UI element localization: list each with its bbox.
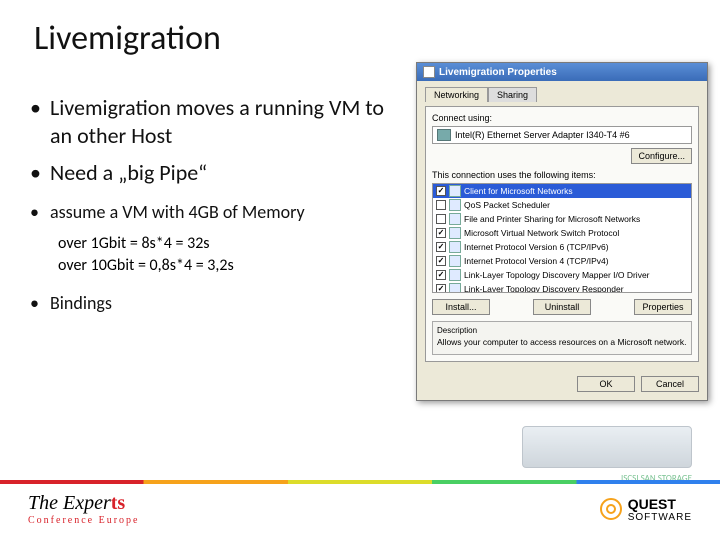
list-item[interactable]: Microsoft Virtual Network Switch Protoco… — [433, 226, 691, 240]
items-listbox[interactable]: Client for Microsoft NetworksQoS Packet … — [432, 183, 692, 293]
ok-button[interactable]: OK — [577, 376, 635, 392]
checkbox-icon[interactable] — [436, 214, 446, 224]
protocol-icon — [449, 199, 461, 211]
properties-dialog: Livemigration Properties Networking Shar… — [416, 62, 708, 401]
slide-title: Livemigration — [0, 0, 720, 59]
cancel-button[interactable]: Cancel — [641, 376, 699, 392]
items-label: This connection uses the following items… — [432, 170, 692, 180]
server-illustration — [522, 426, 692, 468]
list-item[interactable]: File and Printer Sharing for Microsoft N… — [433, 212, 691, 226]
checkbox-icon[interactable] — [436, 186, 446, 196]
quest-brand: QUEST — [628, 496, 676, 512]
list-item[interactable]: Client for Microsoft Networks — [433, 184, 691, 198]
protocol-icon — [449, 185, 461, 197]
uninstall-button[interactable]: Uninstall — [533, 299, 591, 315]
bullet-assume: assume a VM with 4GB of Memory — [28, 201, 398, 224]
quest-logo: QUEST SOFTWARE — [600, 496, 692, 523]
description-box: Description Allows your computer to acce… — [432, 321, 692, 355]
slide-footer: The Experts Conference Europe QUEST SOFT… — [0, 480, 720, 540]
adapter-icon — [437, 129, 451, 141]
experts-logo: The Experts Conference Europe — [28, 492, 139, 526]
list-item[interactable]: QoS Packet Scheduler — [433, 198, 691, 212]
slide-content: Livemigration moves a running VM to an o… — [28, 94, 398, 324]
checkbox-icon[interactable] — [436, 270, 446, 280]
connect-using-label: Connect using: — [432, 113, 692, 123]
description-text: Allows your computer to access resources… — [437, 337, 687, 347]
network-icon — [423, 66, 435, 78]
protocol-icon — [449, 283, 461, 293]
adapter-name: Intel(R) Ethernet Server Adapter I340-T4… — [455, 130, 630, 140]
checkbox-icon[interactable] — [436, 242, 446, 252]
quest-software: SOFTWARE — [628, 512, 692, 523]
calc-line-2: over 10Gbit = 0,8s*4 = 3,2s — [58, 255, 398, 277]
bullet-1: Livemigration moves a running VM to an o… — [28, 94, 398, 149]
dialog-titlebar[interactable]: Livemigration Properties — [417, 63, 707, 81]
description-heading: Description — [437, 326, 687, 335]
install-button[interactable]: Install... — [432, 299, 490, 315]
adapter-field: Intel(R) Ethernet Server Adapter I340-T4… — [432, 126, 692, 144]
quest-disc-icon — [600, 498, 622, 520]
checkbox-icon[interactable] — [436, 284, 446, 293]
list-item[interactable]: Internet Protocol Version 6 (TCP/IPv6) — [433, 240, 691, 254]
protocol-icon — [449, 255, 461, 267]
list-item[interactable]: Internet Protocol Version 4 (TCP/IPv4) — [433, 254, 691, 268]
checkbox-icon[interactable] — [436, 200, 446, 210]
tab-sharing[interactable]: Sharing — [488, 87, 537, 102]
checkbox-icon[interactable] — [436, 256, 446, 266]
protocol-icon — [449, 241, 461, 253]
bullet-bindings: Bindings — [28, 292, 398, 315]
bullet-2: Need a „big Pipe“ — [28, 159, 398, 187]
checkbox-icon[interactable] — [436, 228, 446, 238]
protocol-icon — [449, 213, 461, 225]
protocol-icon — [449, 269, 461, 281]
dialog-title-text: Livemigration Properties — [439, 67, 557, 78]
protocol-icon — [449, 227, 461, 239]
configure-button[interactable]: Configure... — [631, 148, 692, 164]
tab-networking[interactable]: Networking — [425, 87, 488, 102]
list-item[interactable]: Link-Layer Topology Discovery Mapper I/O… — [433, 268, 691, 282]
logo-text-b: ts — [111, 492, 125, 514]
calc-line-1: over 1Gbit = 8s*4 = 32s — [58, 233, 398, 255]
logo-subtitle: Conference Europe — [28, 515, 139, 526]
logo-text-a: The Exper — [28, 492, 111, 514]
properties-button[interactable]: Properties — [634, 299, 692, 315]
list-item[interactable]: Link-Layer Topology Discovery Responder — [433, 282, 691, 293]
